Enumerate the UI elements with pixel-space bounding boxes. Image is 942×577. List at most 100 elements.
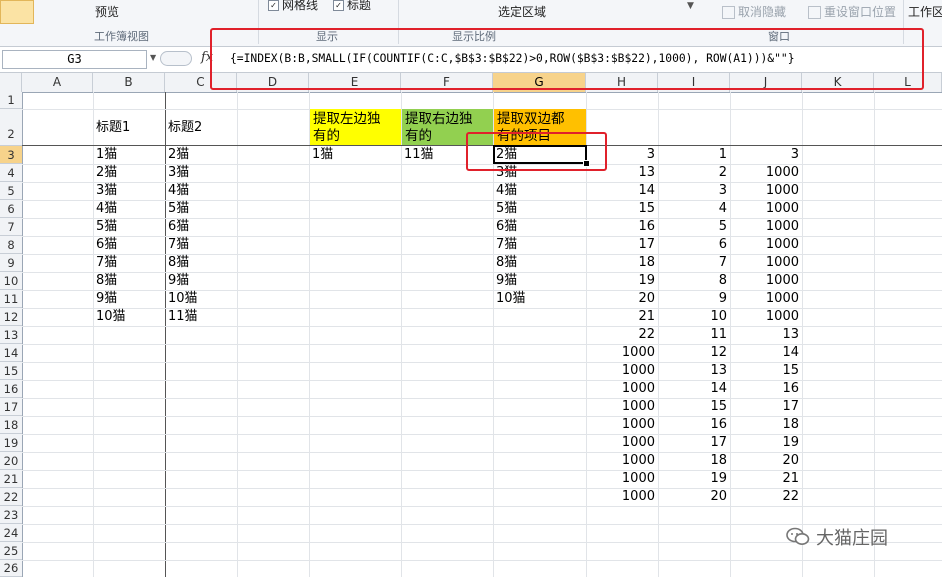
cell-e3[interactable]: 1猫 (312, 146, 333, 164)
row-header[interactable]: 7 (0, 218, 22, 236)
cell-i[interactable]: 13 (658, 362, 727, 380)
cell-i[interactable]: 16 (658, 416, 727, 434)
name-box-dropdown-icon[interactable]: ▼ (150, 53, 156, 62)
cell-b[interactable]: 1猫 (96, 146, 117, 164)
zoom-selection-button[interactable]: 选定区域 (498, 3, 546, 20)
cell-h[interactable]: 19 (586, 272, 655, 290)
cell-j[interactable]: 17 (730, 398, 799, 416)
cell-j[interactable]: 19 (730, 434, 799, 452)
cell-i[interactable]: 8 (658, 272, 727, 290)
row-header[interactable]: 1 (0, 92, 22, 109)
cell-b[interactable]: 7猫 (96, 254, 117, 272)
row-header[interactable]: 5 (0, 182, 22, 200)
cell-i[interactable]: 12 (658, 344, 727, 362)
cell-j[interactable]: 15 (730, 362, 799, 380)
cell-i[interactable]: 19 (658, 470, 727, 488)
cell-i[interactable]: 9 (658, 290, 727, 308)
row-header[interactable]: 26 (0, 560, 22, 577)
cell-h[interactable]: 1000 (586, 416, 655, 434)
row-header[interactable]: 9 (0, 254, 22, 272)
row-header[interactable]: 14 (0, 344, 22, 362)
cell-c[interactable]: 3猫 (168, 164, 189, 182)
cell-g[interactable]: 7猫 (496, 236, 517, 254)
cell-b[interactable]: 2猫 (96, 164, 117, 182)
cell-i[interactable]: 7 (658, 254, 727, 272)
cell-b[interactable]: 6猫 (96, 236, 117, 254)
cell-h[interactable]: 1000 (586, 452, 655, 470)
cell-c[interactable]: 6猫 (168, 218, 189, 236)
workspace-button[interactable]: 工作区 (908, 3, 942, 20)
cell-h[interactable]: 16 (586, 218, 655, 236)
gridlines-checkbox[interactable]: ✓ 网格线 (268, 0, 318, 13)
cell-j[interactable]: 3 (730, 146, 799, 164)
cell-h[interactable]: 1000 (586, 380, 655, 398)
cell-b[interactable]: 3猫 (96, 182, 117, 200)
dropdown-arrow-icon[interactable]: ▼ (687, 1, 694, 11)
cell-j[interactable]: 1000 (730, 164, 799, 182)
cell-c2[interactable]: 标题2 (168, 119, 202, 137)
cell-j[interactable]: 18 (730, 416, 799, 434)
cell-h[interactable]: 15 (586, 200, 655, 218)
cell-g[interactable]: 10猫 (496, 290, 526, 308)
cell-f3[interactable]: 11猫 (404, 146, 434, 164)
cell-g[interactable]: 4猫 (496, 182, 517, 200)
cell-h[interactable]: 22 (586, 326, 655, 344)
cell-j[interactable]: 13 (730, 326, 799, 344)
cell-i[interactable]: 18 (658, 452, 727, 470)
row-header[interactable]: 25 (0, 542, 22, 560)
cell-j[interactable]: 1000 (730, 236, 799, 254)
cell-g[interactable]: 9猫 (496, 272, 517, 290)
row-header[interactable]: 6 (0, 200, 22, 218)
cell-h[interactable]: 17 (586, 236, 655, 254)
row-header[interactable]: 8 (0, 236, 22, 254)
cell-h[interactable]: 1000 (586, 344, 655, 362)
cell-i[interactable]: 20 (658, 488, 727, 506)
row-header[interactable]: 15 (0, 362, 22, 380)
column-header-a[interactable]: A (22, 73, 93, 92)
cell-j[interactable]: 16 (730, 380, 799, 398)
cell-b[interactable]: 5猫 (96, 218, 117, 236)
row-header[interactable]: 4 (0, 164, 22, 182)
cell-h[interactable]: 1000 (586, 398, 655, 416)
cell-j[interactable]: 14 (730, 344, 799, 362)
cell-h[interactable]: 1000 (586, 470, 655, 488)
cell-h[interactable]: 20 (586, 290, 655, 308)
cell-j[interactable]: 1000 (730, 290, 799, 308)
cell-i[interactable]: 17 (658, 434, 727, 452)
cell-i[interactable]: 15 (658, 398, 727, 416)
cell-b2[interactable]: 标题1 (96, 119, 130, 137)
row-header[interactable]: 2 (0, 109, 22, 146)
row-header[interactable]: 24 (0, 524, 22, 542)
row-header[interactable]: 3 (0, 146, 22, 164)
formula-bar-splitter[interactable] (160, 51, 192, 66)
cell-j[interactable]: 1000 (730, 200, 799, 218)
row-header[interactable]: 18 (0, 416, 22, 434)
cell-j[interactable]: 22 (730, 488, 799, 506)
row-header[interactable]: 22 (0, 488, 22, 506)
cell-c[interactable]: 9猫 (168, 272, 189, 290)
cell-e2[interactable]: 提取左边独 有的 (310, 109, 401, 145)
cell-j[interactable]: 1000 (730, 218, 799, 236)
cell-c[interactable]: 2猫 (168, 146, 189, 164)
select-all-corner[interactable] (0, 73, 22, 92)
cell-h[interactable]: 21 (586, 308, 655, 326)
row-header[interactable]: 11 (0, 290, 22, 308)
cell-h[interactable]: 1000 (586, 362, 655, 380)
titles-checkbox[interactable]: ✓ 标题 (333, 0, 371, 13)
cell-b[interactable]: 10猫 (96, 308, 126, 326)
cell-b[interactable]: 4猫 (96, 200, 117, 218)
row-header[interactable]: 16 (0, 380, 22, 398)
cell-j[interactable]: 21 (730, 470, 799, 488)
cell-c[interactable]: 8猫 (168, 254, 189, 272)
row-header[interactable]: 20 (0, 452, 22, 470)
cell-h[interactable]: 1000 (586, 434, 655, 452)
cell-j[interactable]: 1000 (730, 272, 799, 290)
column-header-b[interactable]: B (93, 73, 165, 92)
cell-h[interactable]: 18 (586, 254, 655, 272)
row-header[interactable]: 23 (0, 506, 22, 524)
row-header[interactable]: 21 (0, 470, 22, 488)
cell-i[interactable]: 5 (658, 218, 727, 236)
cell-c[interactable]: 7猫 (168, 236, 189, 254)
cell-b[interactable]: 8猫 (96, 272, 117, 290)
cell-h[interactable]: 14 (586, 182, 655, 200)
